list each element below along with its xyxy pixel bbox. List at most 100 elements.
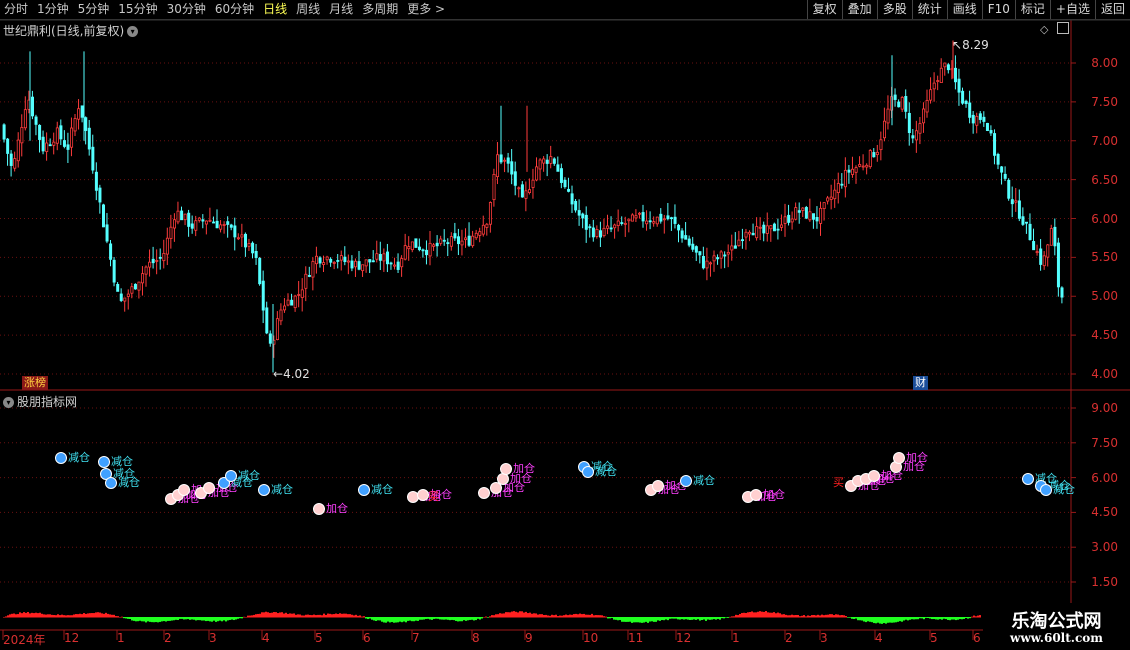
oscillator-bar	[721, 617, 723, 619]
oscillator-bar	[427, 617, 429, 619]
signal-dot-icon	[313, 502, 325, 515]
kline-chart[interactable]	[0, 0, 1130, 650]
watermark-url: www.60lt.com	[1010, 631, 1103, 645]
oscillator-bar	[383, 617, 385, 623]
oscillator-bar	[307, 614, 309, 618]
oscillator-bar	[549, 615, 551, 618]
oscillator-bar	[861, 617, 863, 621]
candle-body	[545, 159, 549, 164]
reduce-position-signal[interactable]: 减仓	[105, 474, 140, 490]
candle-body	[517, 187, 521, 190]
oscillator-bar	[103, 613, 105, 618]
oscillator-bar	[169, 617, 171, 621]
limit-up-badge[interactable]: 涨榜	[22, 376, 48, 390]
candle-body	[375, 253, 379, 260]
add-position-signal[interactable]: 加仓	[893, 449, 928, 465]
oscillator-bar	[593, 615, 595, 618]
oscillator-bar	[283, 613, 285, 618]
oscillator-bar	[795, 614, 797, 618]
oscillator-bar	[219, 617, 221, 621]
reduce-position-signal[interactable]: 减仓	[680, 472, 715, 488]
oscillator-bar	[129, 617, 131, 619]
oscillator-bar	[77, 614, 79, 618]
oscillator-bar	[805, 616, 807, 618]
candle-body	[13, 158, 17, 169]
reduce-position-signal[interactable]: 减仓	[258, 481, 293, 497]
oscillator-bar	[363, 616, 365, 618]
candle-body	[283, 305, 287, 311]
oscillator-bar	[941, 617, 943, 620]
oscillator-bar	[359, 615, 361, 618]
candle-body	[20, 127, 24, 144]
candle-body	[155, 260, 159, 262]
reduce-position-signal[interactable]: 减仓	[358, 481, 393, 497]
reduce-position-signal[interactable]: 减仓	[225, 467, 260, 483]
oscillator-bar	[423, 617, 425, 620]
candle-body	[229, 224, 233, 228]
oscillator-bar	[501, 613, 503, 618]
oscillator-bar	[801, 615, 803, 618]
oscillator-bar	[955, 617, 957, 621]
oscillator-bar	[405, 617, 407, 623]
oscillator-bar	[417, 617, 419, 621]
oscillator-bar	[115, 616, 117, 618]
candle-body	[371, 260, 375, 263]
reduce-position-signal[interactable]: 减仓	[1040, 481, 1075, 497]
candle-body	[684, 235, 688, 240]
chevron-down-icon[interactable]: ▾	[3, 397, 14, 408]
oscillator-bar	[729, 616, 731, 618]
oscillator-bar	[633, 617, 635, 623]
finance-badge[interactable]: 财	[913, 376, 928, 390]
candle-body	[886, 108, 890, 124]
candle-body	[971, 114, 975, 124]
oscillator-bar	[33, 613, 35, 618]
candle-body	[52, 141, 56, 146]
oscillator-bar	[553, 615, 555, 618]
oscillator-bar	[481, 617, 483, 619]
oscillator-bar	[313, 614, 315, 618]
candle-body	[733, 245, 737, 249]
candle-body	[726, 251, 730, 255]
signal-dot-icon	[1040, 484, 1052, 497]
candle-body	[382, 253, 386, 262]
candle-body	[258, 257, 262, 285]
add-position-signal[interactable]: 加仓	[500, 460, 535, 476]
candle-body	[677, 224, 681, 231]
oscillator-bar	[833, 615, 835, 618]
date-tick-label: 5	[315, 631, 323, 645]
oscillator-bar	[341, 613, 343, 618]
oscillator-bar	[467, 617, 469, 621]
candle-body	[439, 238, 443, 244]
oscillator-bar	[601, 615, 603, 618]
date-tick-label: 9	[525, 631, 533, 645]
candle-body	[414, 238, 418, 248]
oscillator-bar	[573, 614, 575, 618]
oscillator-bar	[879, 617, 881, 624]
add-position-signal[interactable]: 加仓	[313, 500, 348, 516]
candle-body	[407, 246, 411, 250]
candle-body	[222, 224, 226, 226]
candle-body	[655, 216, 659, 225]
low-price-label: ←4.02	[273, 367, 310, 381]
oscillator-bar	[961, 617, 963, 620]
candle-body	[449, 236, 453, 247]
oscillator-bar	[221, 617, 223, 622]
oscillator-bar	[887, 617, 889, 623]
buy-signal[interactable]: 买	[428, 488, 439, 504]
oscillator-bar	[179, 617, 181, 619]
candle-body	[741, 239, 745, 242]
watermark-title: 乐淘公式网	[1011, 611, 1102, 632]
add-position-signal[interactable]: 加仓	[750, 486, 785, 502]
oscillator-bar	[919, 617, 921, 619]
oscillator-bar	[971, 616, 973, 618]
oscillator-bar	[53, 615, 55, 618]
reduce-position-signal[interactable]: 减仓	[582, 463, 617, 479]
oscillator-bar	[19, 612, 21, 618]
oscillator-bar	[173, 617, 175, 621]
candle-body	[694, 246, 698, 253]
reduce-position-signal[interactable]: 减仓	[55, 449, 90, 465]
candle-body	[158, 256, 162, 259]
oscillator-bar	[901, 617, 903, 622]
buy-signal[interactable]: 买	[833, 474, 844, 490]
high-price-label: ↖8.29	[952, 38, 989, 52]
